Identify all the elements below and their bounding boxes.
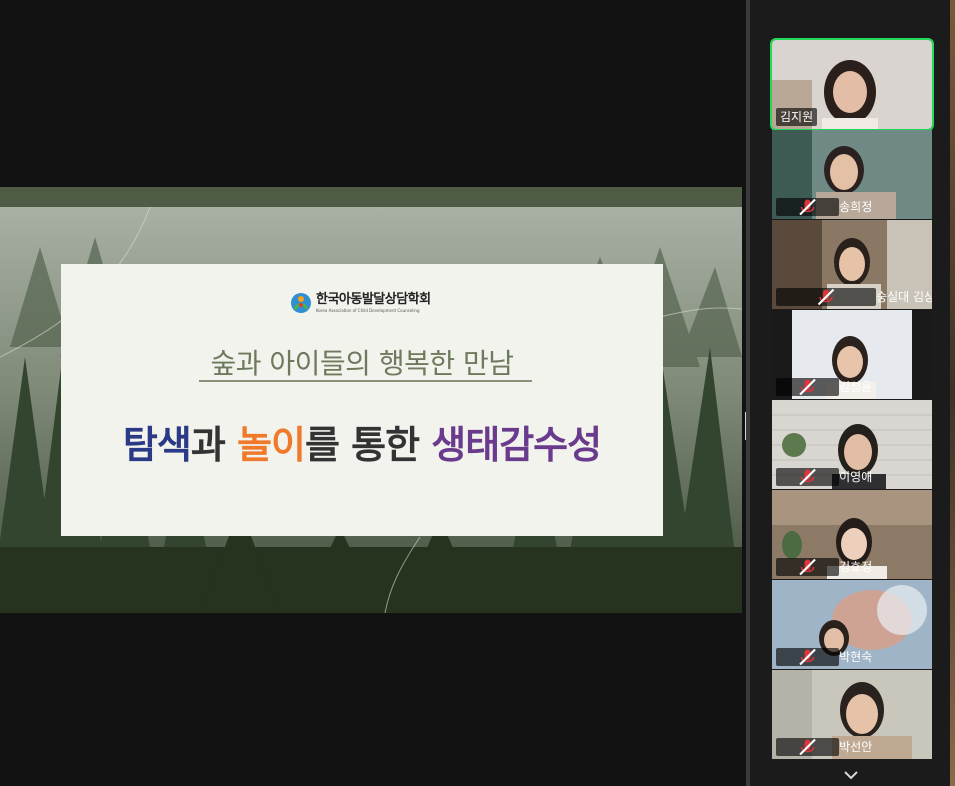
video-tile[interactable]: 박현숙 bbox=[772, 580, 932, 669]
participant-name: 박선안 bbox=[839, 740, 873, 754]
participant-name-tag: 김지원 bbox=[776, 108, 818, 126]
chevron-down-icon[interactable] bbox=[842, 768, 860, 782]
desktop-background bbox=[950, 0, 955, 786]
mic-muted-icon bbox=[817, 288, 835, 306]
participant-name: 김지원 bbox=[780, 110, 814, 124]
participant-name-tag: 박현숙 bbox=[776, 648, 872, 666]
video-tile[interactable]: 김성윤 bbox=[772, 310, 932, 399]
mic-muted-icon bbox=[799, 198, 816, 216]
participant-name-tag: 김성윤 bbox=[776, 378, 872, 396]
title-card: 한국아동발달상담학회 Korea Association of Child De… bbox=[61, 264, 663, 536]
slide-subtitle: 숲과 아이들의 행복한 만남 bbox=[210, 347, 514, 380]
logo-english-text: Korea Association of Child Development C… bbox=[316, 308, 420, 313]
video-tile[interactable]: 숭실대 김상옥 bbox=[772, 220, 932, 309]
participant-name-tag: 숭실대 김상옥 bbox=[776, 288, 932, 306]
video-tile[interactable]: 김효정 bbox=[772, 490, 932, 579]
video-tile[interactable]: 송희정 bbox=[772, 130, 932, 219]
mic-muted-icon bbox=[799, 648, 816, 666]
video-tile[interactable]: 이영애 bbox=[772, 400, 932, 489]
participant-gallery: 김지원 송희정 숭실대 김상옥 김 bbox=[750, 0, 950, 786]
title-part-2: 과 bbox=[190, 423, 238, 467]
title-part-3: 놀이 bbox=[237, 423, 306, 467]
mic-muted-icon bbox=[799, 378, 816, 396]
subtitle-underline bbox=[199, 380, 532, 382]
slide-top-band bbox=[0, 187, 742, 207]
presentation-slide: 한국아동발달상담학회 Korea Association of Child De… bbox=[0, 187, 742, 613]
mic-muted-icon bbox=[799, 558, 816, 576]
logo-korean-text: 한국아동발달상담학회 bbox=[316, 292, 431, 307]
participant-name-tag: 김효정 bbox=[776, 558, 872, 576]
video-tile[interactable]: 김지원 bbox=[770, 38, 934, 131]
participant-name: 김효정 bbox=[839, 560, 873, 574]
shared-screen: 한국아동발달상담학회 Korea Association of Child De… bbox=[0, 0, 746, 786]
slide-title: 탐색과 놀이를 통한 생태감수성 bbox=[61, 414, 663, 469]
title-part-1: 탐색 bbox=[122, 423, 192, 467]
participant-name: 이영애 bbox=[839, 470, 873, 484]
participant-name: 숭실대 김상옥 bbox=[876, 290, 932, 304]
video-tile[interactable]: 박선안 bbox=[772, 670, 932, 759]
mic-muted-icon bbox=[799, 738, 816, 756]
participant-name: 박현숙 bbox=[839, 650, 873, 664]
mic-muted-icon bbox=[799, 468, 816, 486]
participant-name: 송희정 bbox=[839, 200, 873, 214]
title-part-5: 생태감수성 bbox=[431, 423, 602, 467]
participant-name-tag: 박선안 bbox=[776, 738, 872, 756]
participant-name-tag: 송희정 bbox=[776, 198, 872, 216]
participant-name: 김성윤 bbox=[839, 380, 873, 394]
organization-logo: 한국아동발달상담학회 Korea Association of Child De… bbox=[290, 286, 431, 320]
participant-name-tag: 이영애 bbox=[776, 468, 872, 486]
title-part-4: 를 통한 bbox=[304, 423, 432, 467]
child-logo-icon bbox=[291, 293, 311, 313]
